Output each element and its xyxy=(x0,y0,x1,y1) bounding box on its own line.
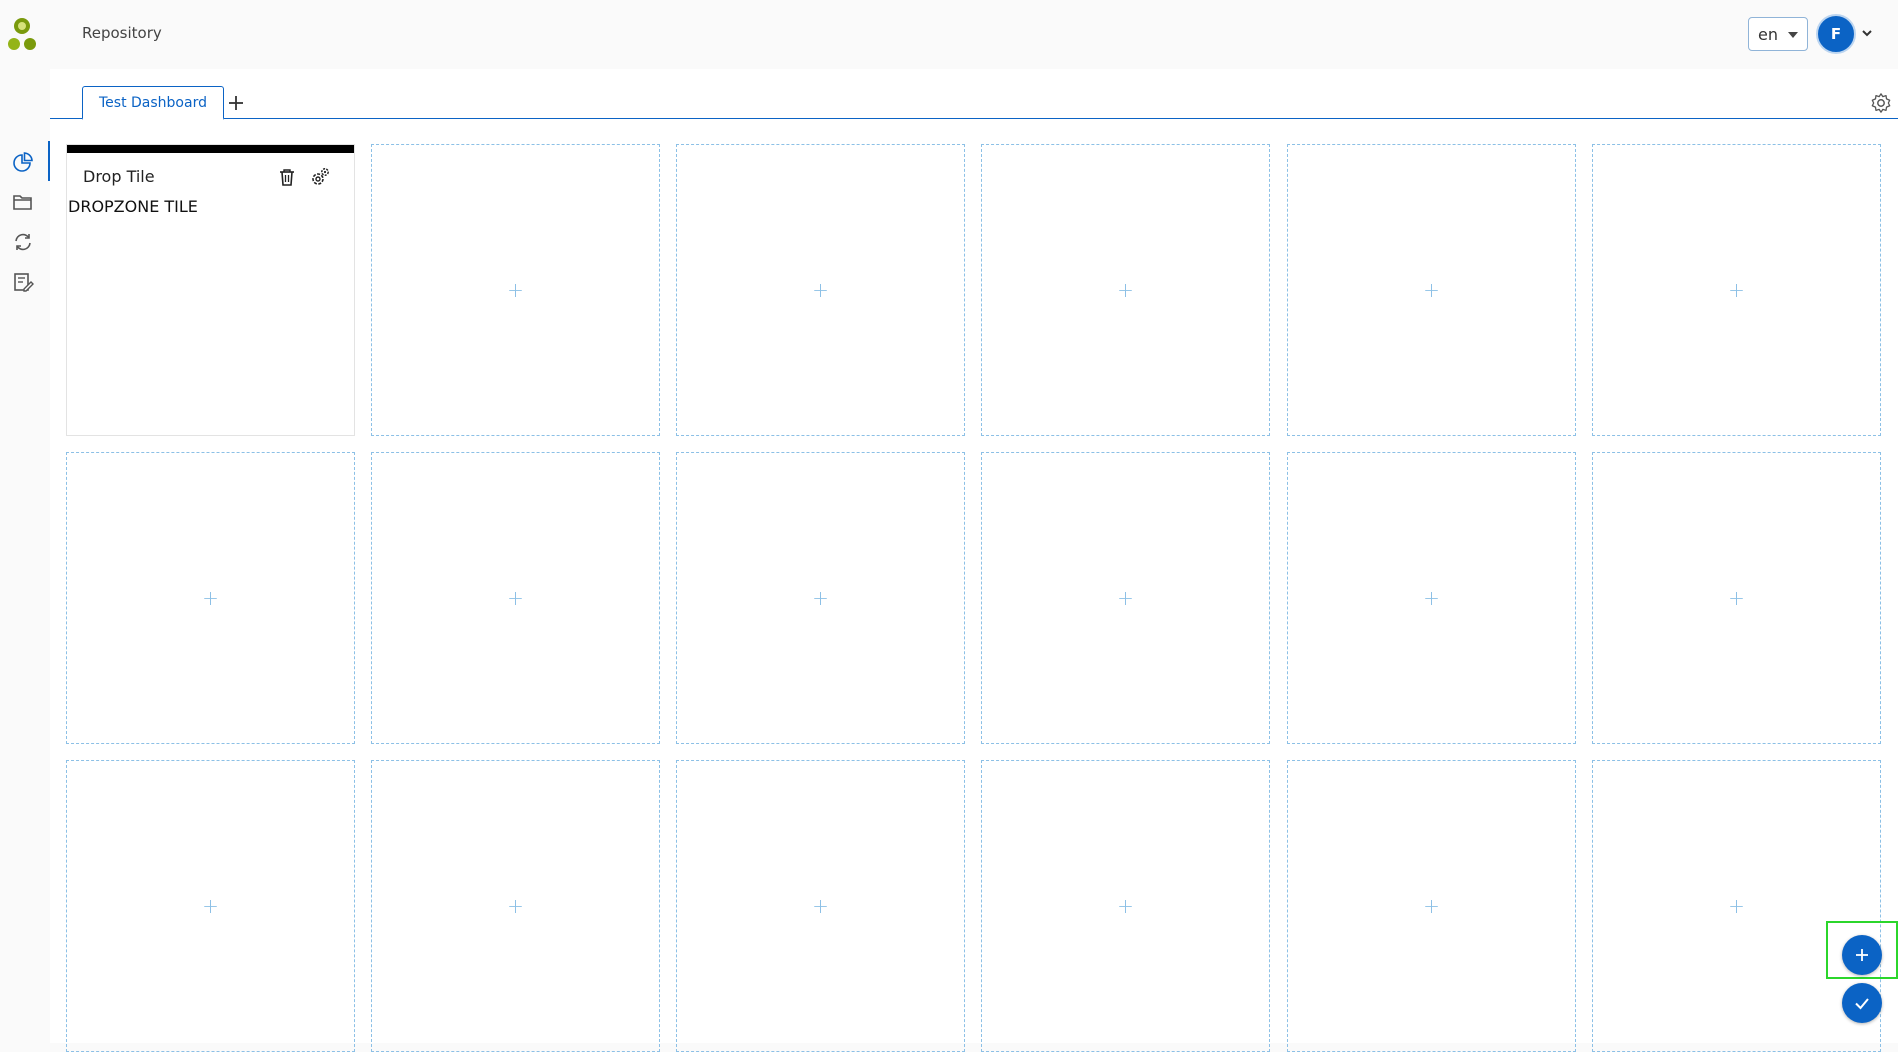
empty-tile[interactable]: + xyxy=(1592,760,1881,1052)
empty-tile[interactable]: + xyxy=(66,452,355,744)
empty-tile[interactable]: + xyxy=(676,144,965,436)
empty-tile[interactable]: + xyxy=(676,452,965,744)
plus-icon xyxy=(1856,949,1868,961)
sidebar-item-dashboard[interactable] xyxy=(8,141,50,181)
gear-icon[interactable] xyxy=(1870,92,1892,114)
plus-icon xyxy=(229,96,243,110)
empty-tile[interactable]: + xyxy=(66,760,355,1052)
top-bar: Repository en F xyxy=(0,0,1898,69)
confirm-button[interactable] xyxy=(1842,983,1882,1023)
empty-tile[interactable]: + xyxy=(1287,760,1576,1052)
tile-content: DROPZONE TILE xyxy=(68,197,198,216)
sidebar-item-files[interactable] xyxy=(8,187,38,217)
check-icon xyxy=(1855,998,1869,1010)
plus-icon: + xyxy=(1117,278,1134,302)
chevron-down-icon xyxy=(1788,32,1798,38)
plus-icon: + xyxy=(812,278,829,302)
plus-icon: + xyxy=(202,894,219,918)
tab-label: Test Dashboard xyxy=(99,94,207,111)
dashboard-icon xyxy=(13,152,33,172)
empty-tile[interactable]: + xyxy=(981,144,1270,436)
plus-icon: + xyxy=(1423,894,1440,918)
empty-tile[interactable]: + xyxy=(1287,144,1576,436)
plus-icon: + xyxy=(507,894,524,918)
plus-icon: + xyxy=(1728,586,1745,610)
tab-test-dashboard[interactable]: Test Dashboard xyxy=(82,86,224,120)
empty-tile[interactable]: + xyxy=(1592,452,1881,744)
sync-icon xyxy=(15,233,31,251)
empty-tile[interactable]: + xyxy=(371,452,660,744)
dashboard-main: Test Dashboard Drop Tile DROPZONE TILE +… xyxy=(50,69,1898,1052)
plus-icon: + xyxy=(1728,278,1745,302)
edit-list-icon xyxy=(14,273,34,292)
add-tile-button[interactable] xyxy=(1842,935,1882,975)
tab-bar: Test Dashboard xyxy=(50,69,1898,120)
tile-title: Drop Tile xyxy=(83,167,155,186)
avatar-initial: F xyxy=(1830,25,1842,43)
plus-icon: + xyxy=(1117,894,1134,918)
plus-icon: + xyxy=(1423,278,1440,302)
language-select[interactable]: en xyxy=(1748,17,1808,51)
add-tab-button[interactable] xyxy=(224,91,248,115)
empty-tile[interactable]: + xyxy=(981,760,1270,1052)
plus-icon: + xyxy=(202,586,219,610)
empty-tile[interactable]: + xyxy=(1287,452,1576,744)
plus-icon: + xyxy=(507,278,524,302)
sidebar-item-editor[interactable] xyxy=(8,267,38,297)
app-logo[interactable] xyxy=(6,18,38,54)
plus-icon: + xyxy=(507,586,524,610)
empty-tile[interactable]: + xyxy=(1592,144,1881,436)
user-avatar[interactable]: F xyxy=(1816,14,1856,54)
empty-tile[interactable]: + xyxy=(981,452,1270,744)
empty-tile[interactable]: + xyxy=(676,760,965,1052)
plus-icon: + xyxy=(1117,586,1134,610)
folder-icon xyxy=(13,195,32,210)
empty-tile[interactable]: + xyxy=(371,760,660,1052)
plus-icon: + xyxy=(1423,586,1440,610)
tile-settings-icon[interactable] xyxy=(309,166,331,188)
empty-tile[interactable]: + xyxy=(371,144,660,436)
tile-header-bar xyxy=(67,145,354,153)
chevron-down-icon[interactable] xyxy=(1860,26,1874,40)
sidebar-item-sync[interactable] xyxy=(8,227,38,257)
app-title[interactable]: Repository xyxy=(82,24,162,42)
language-value: en xyxy=(1758,24,1778,44)
plus-icon: + xyxy=(1728,894,1745,918)
plus-icon: + xyxy=(812,894,829,918)
sidebar xyxy=(0,69,50,1043)
plus-icon: + xyxy=(812,586,829,610)
drop-tile[interactable]: Drop Tile DROPZONE TILE xyxy=(66,144,355,436)
trash-icon[interactable] xyxy=(278,168,296,186)
